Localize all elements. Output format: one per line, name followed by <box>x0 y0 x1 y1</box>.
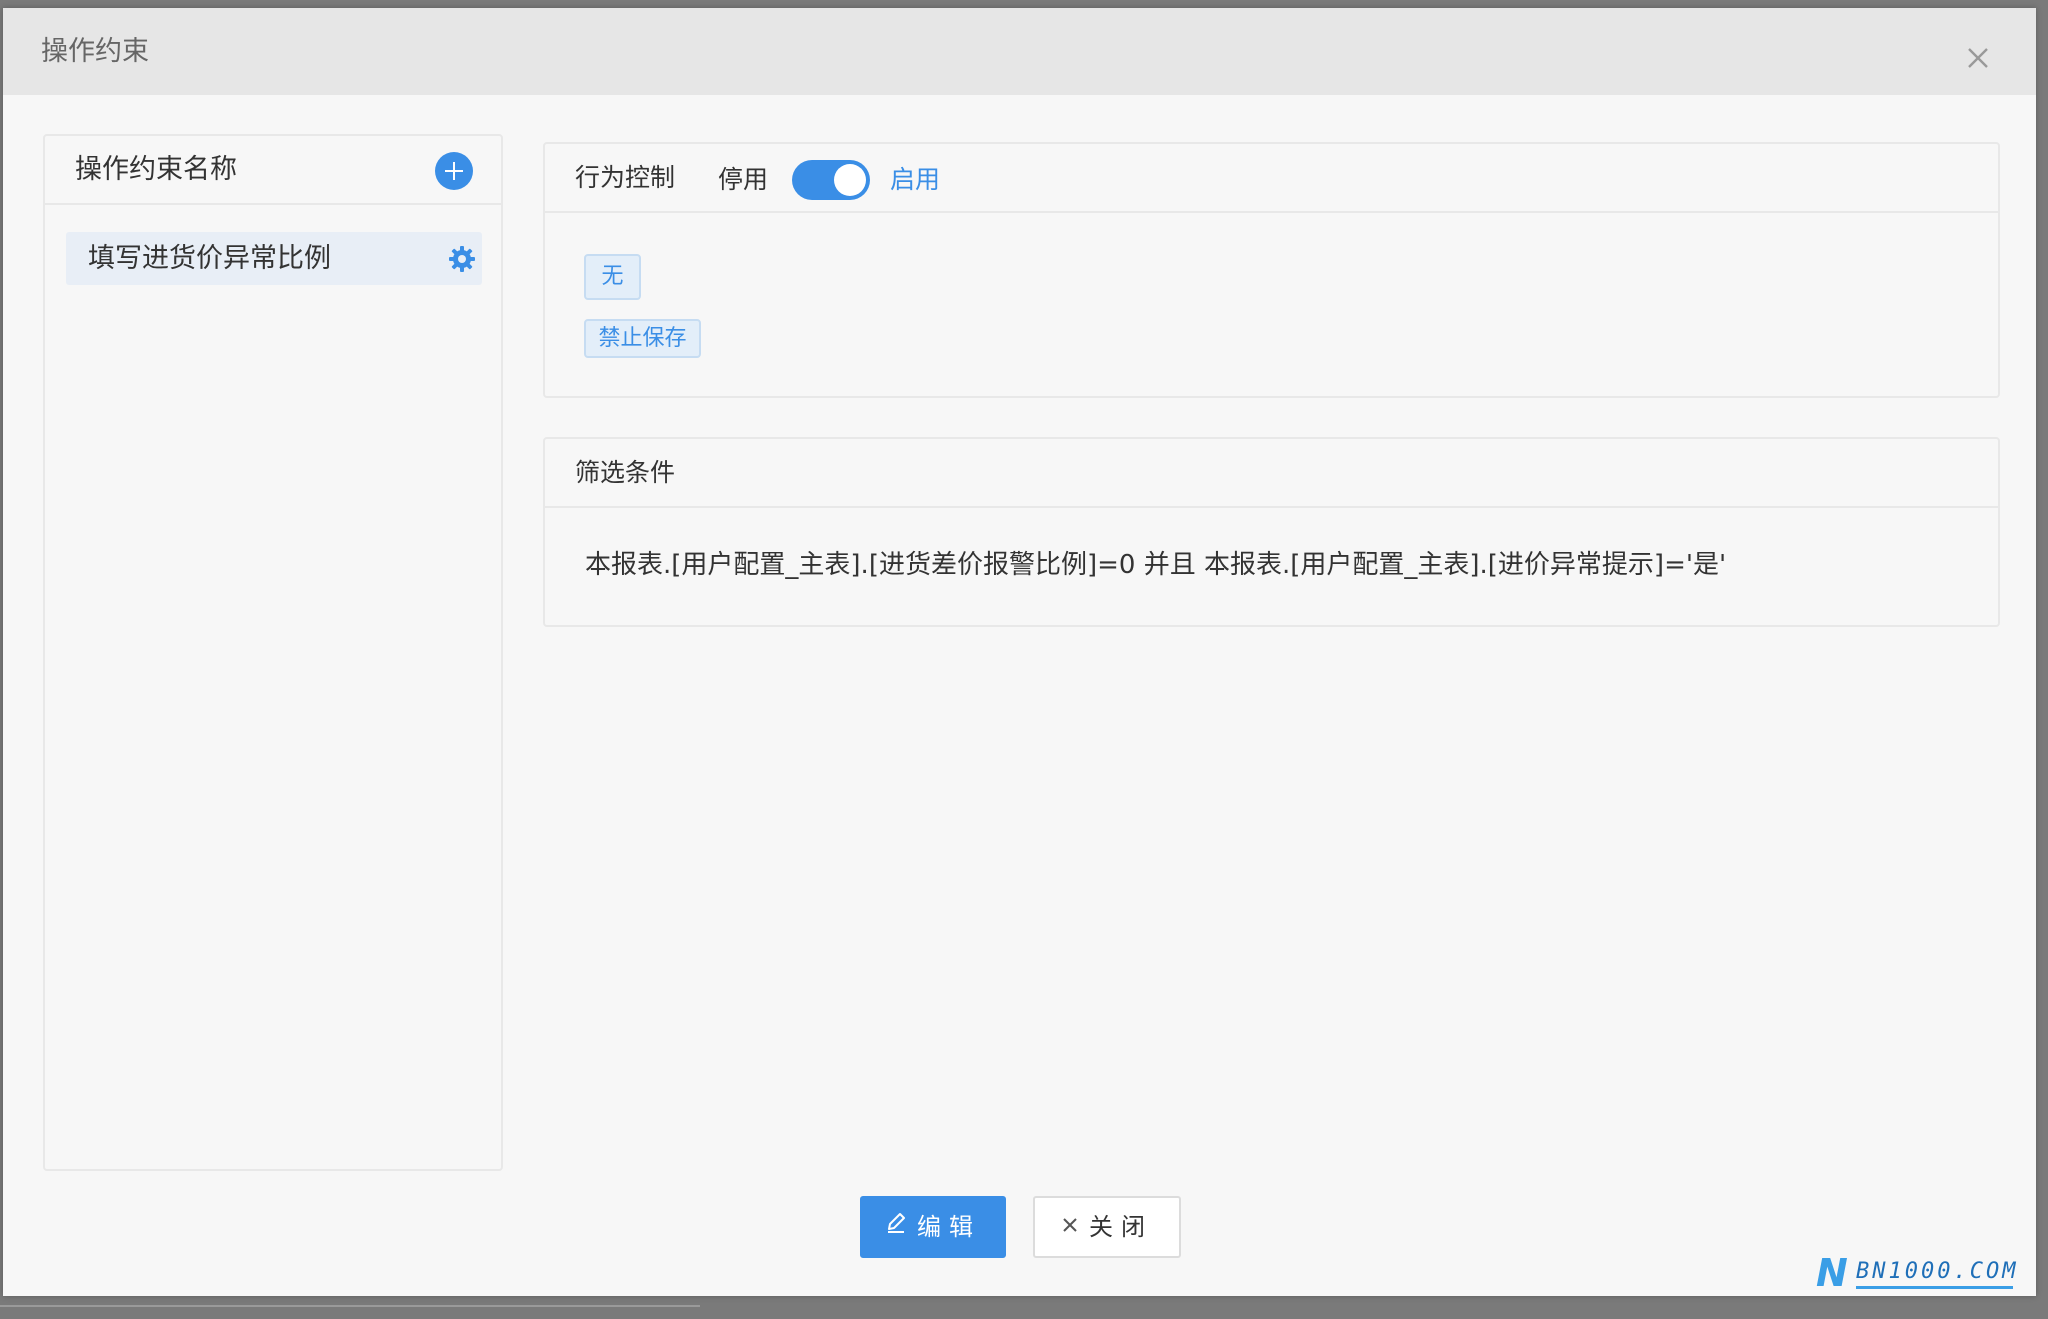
toggle-knob <box>834 164 866 196</box>
constraint-item-label: 填写进货价异常比例 <box>88 243 331 274</box>
tag-forbid-save[interactable]: 禁止保存 <box>584 319 701 358</box>
behavior-control-header: 行为控制 停用 启用 <box>545 144 1998 213</box>
enable-toggle[interactable] <box>792 160 870 200</box>
filter-expression: 本报表.[用户配置_主表].[进货差价报警比例]=0 并且 本报表.[用户配置_… <box>585 550 1727 580</box>
filter-conditions-title: 筛选条件 <box>575 458 676 487</box>
filter-conditions-panel: 筛选条件 本报表.[用户配置_主表].[进货差价报警比例]=0 并且 本报表.[… <box>543 437 2000 627</box>
behavior-control-title: 行为控制 <box>575 163 676 192</box>
dialog-title: 操作约束 <box>41 36 149 67</box>
backdrop-divider <box>0 1305 700 1307</box>
behavior-control-panel: 行为控制 停用 启用 无 禁止保存 <box>543 142 2000 398</box>
watermark-text: BN1000.COM <box>1856 1259 2019 1284</box>
watermark-underline <box>1856 1286 2013 1289</box>
toggle-on-label: 启用 <box>890 165 941 194</box>
watermark-logo: N BN1000.COM <box>1816 1253 2016 1293</box>
close-button[interactable]: 关闭 <box>1033 1196 1181 1258</box>
x-icon <box>1061 1197 1079 1255</box>
constraint-list-title: 操作约束名称 <box>75 154 237 185</box>
close-icon[interactable] <box>1963 43 1993 73</box>
close-button-label: 关闭 <box>1089 1213 1153 1241</box>
constraint-list-item[interactable]: 填写进货价异常比例 <box>66 232 482 285</box>
tag-none[interactable]: 无 <box>584 254 641 300</box>
watermark-letter: N <box>1816 1251 1848 1295</box>
toggle-off-label: 停用 <box>718 165 769 194</box>
constraint-list-header: 操作约束名称 <box>45 136 501 205</box>
gear-icon[interactable] <box>449 246 475 272</box>
operation-constraint-dialog: 操作约束 操作约束名称 填写进货价异常比例 行为控制 停用 启用 无 禁止保存 … <box>3 8 2036 1296</box>
constraint-list-panel: 操作约束名称 填写进货价异常比例 <box>43 134 503 1171</box>
dialog-header: 操作约束 <box>3 8 2036 95</box>
edit-button[interactable]: 编辑 <box>860 1196 1006 1258</box>
filter-conditions-header: 筛选条件 <box>545 439 1998 508</box>
edit-button-label: 编辑 <box>917 1213 981 1241</box>
add-constraint-button[interactable] <box>435 152 473 190</box>
pencil-icon <box>885 1197 907 1255</box>
